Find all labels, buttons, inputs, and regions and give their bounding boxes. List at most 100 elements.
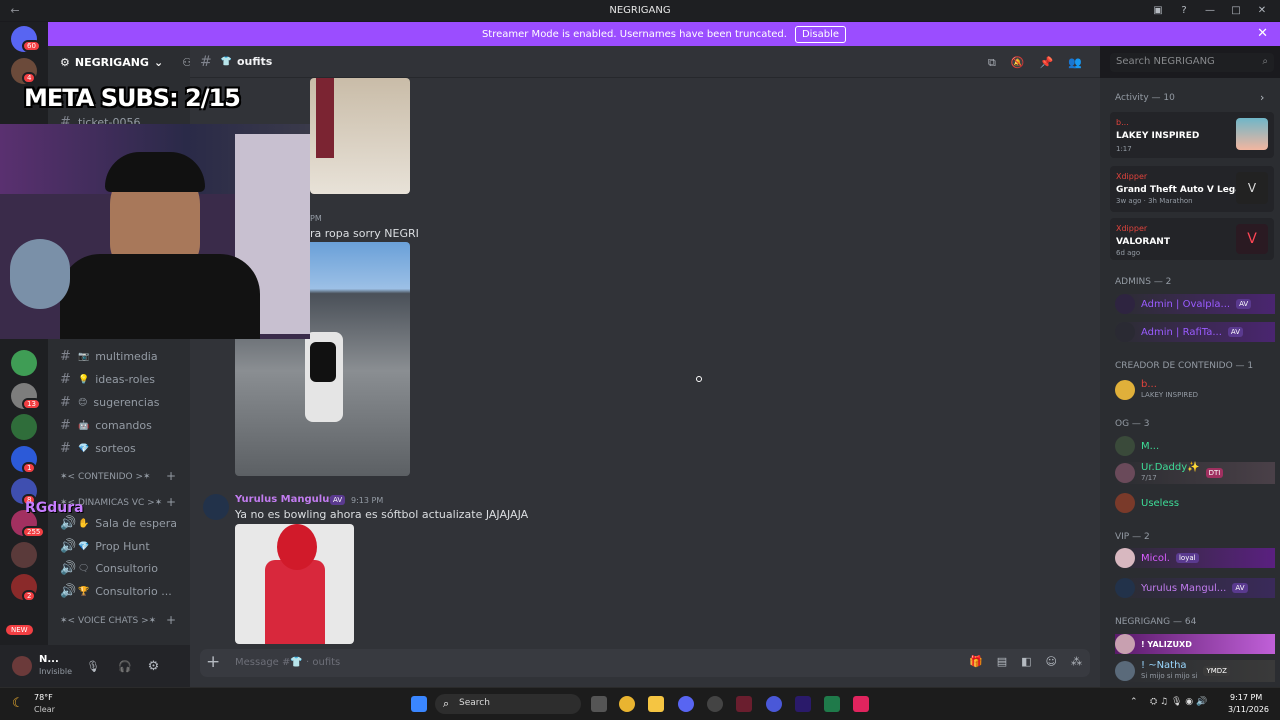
chevron-right-icon[interactable]: › bbox=[1260, 91, 1264, 104]
member-row[interactable]: Admin | RafiTa... AV bbox=[1115, 322, 1275, 342]
add-attachment-icon[interactable]: + bbox=[206, 652, 220, 672]
settings-gear-icon[interactable]: ⚙ bbox=[148, 659, 160, 674]
search-icon: ⌕ bbox=[443, 697, 450, 710]
activity-header[interactable]: Activity — 10 bbox=[1115, 93, 1175, 103]
user-panel: N... Invisible 🎙 🎧 ⚙ bbox=[0, 645, 190, 687]
pin-icon[interactable]: 📌 bbox=[1040, 56, 1054, 70]
message-time: PM bbox=[310, 214, 322, 223]
server-icon[interactable] bbox=[11, 414, 37, 440]
channel-item-sugerencias[interactable]: # 😊 sugerencias bbox=[60, 395, 159, 410]
message-author[interactable]: Yurulus Mangulus bbox=[235, 494, 335, 505]
activity-user: Xdipper bbox=[1116, 172, 1148, 181]
member-row[interactable]: b... LAKEY INSPIRED bbox=[1115, 379, 1198, 401]
member-row[interactable]: Micol. loyal bbox=[1115, 548, 1275, 568]
member-row[interactable]: Yurulus Mangul... AV bbox=[1115, 578, 1275, 598]
close-window-icon[interactable]: ✕ bbox=[1256, 5, 1268, 17]
windows-start-icon[interactable] bbox=[411, 696, 427, 712]
taskbar-search[interactable]: ⌕ Search bbox=[435, 694, 581, 714]
member-row[interactable]: Ur.Daddy✨ 7/17 DTI bbox=[1115, 462, 1275, 484]
speaker-icon: 🔊 bbox=[60, 539, 77, 554]
close-icon[interactable]: ✕ bbox=[1257, 26, 1268, 41]
gif-icon[interactable]: ▤ bbox=[997, 655, 1007, 668]
member-row[interactable]: Useless bbox=[1115, 493, 1179, 513]
channel-emoji: 🗨 bbox=[78, 563, 90, 574]
message-composer[interactable]: + Message #👕 · oufits 🎁 ▤ ◧ ☺ ⁂ bbox=[200, 649, 1090, 677]
member-row[interactable]: ! ~Natha Si mijo si mijo si YMDZ bbox=[1115, 660, 1275, 682]
member-row[interactable]: M... bbox=[1115, 436, 1159, 456]
app-icon[interactable] bbox=[766, 696, 782, 712]
obs-icon[interactable] bbox=[707, 696, 723, 712]
channel-item-comandos[interactable]: # 🤖 comandos bbox=[60, 418, 152, 433]
file-explorer-icon[interactable] bbox=[648, 696, 664, 712]
channel-item-ideas-roles[interactable]: # 💡 ideas-roles bbox=[60, 372, 155, 387]
channel-emoji: 💎 bbox=[78, 541, 90, 552]
message-text: Ya no es bowling ahora es sóftbol actual… bbox=[235, 508, 529, 521]
premiere-icon[interactable] bbox=[795, 696, 811, 712]
image-attachment[interactable] bbox=[310, 78, 410, 194]
members-section-header: ADMINS — 2 bbox=[1115, 277, 1172, 287]
member-row[interactable]: ! YALIZUXD bbox=[1115, 634, 1275, 654]
server-header[interactable]: ⚙ NEGRIGANG ⌄ ⚇ bbox=[48, 46, 192, 78]
search-input[interactable]: Search NEGRIGANG ⌕ bbox=[1110, 53, 1274, 72]
activity-title: VALORANT bbox=[1116, 237, 1170, 247]
weather-icon: ☾ bbox=[12, 696, 24, 711]
chrome-icon[interactable] bbox=[619, 696, 635, 712]
activity-card[interactable]: Xdipper VALORANT 6d ago V bbox=[1110, 218, 1274, 260]
category-voice-chats[interactable]: ✶< VOICE CHATS >✶ bbox=[60, 616, 156, 626]
voice-channel-sala[interactable]: 🔊 ✋ Sala de espera bbox=[60, 516, 177, 531]
maximize-icon[interactable]: □ bbox=[1230, 5, 1242, 17]
avatar bbox=[1115, 661, 1135, 681]
apps-icon[interactable]: ⁂ bbox=[1071, 655, 1082, 668]
avatar[interactable] bbox=[203, 494, 229, 520]
activity-card[interactable]: b... LAKEY INSPIRED 1:17 bbox=[1110, 112, 1274, 158]
disable-button[interactable]: Disable bbox=[794, 25, 847, 43]
image-content bbox=[277, 524, 317, 570]
activity-card[interactable]: Xdipper Grand Theft Auto V Legacy 3w ago… bbox=[1110, 166, 1274, 212]
image-attachment[interactable] bbox=[235, 524, 354, 644]
app-icon[interactable] bbox=[736, 696, 752, 712]
chevron-down-icon: ⌄ bbox=[153, 55, 164, 69]
server-icon[interactable] bbox=[11, 542, 37, 568]
member-list-icon[interactable]: 👥 bbox=[1068, 56, 1082, 70]
channel-label: Consultorio ... bbox=[95, 585, 172, 598]
excel-icon[interactable] bbox=[824, 696, 840, 712]
streamer-mode-banner: Streamer Mode is enabled. Usernames have… bbox=[48, 22, 1280, 46]
voice-channel-consultorio[interactable]: 🔊 🗨 Consultorio bbox=[60, 561, 158, 576]
minimize-icon[interactable]: — bbox=[1204, 5, 1216, 17]
image-content bbox=[310, 342, 336, 382]
help-icon[interactable]: ? bbox=[1178, 5, 1190, 17]
add-channel-icon[interactable]: + bbox=[166, 469, 176, 483]
threads-icon[interactable]: ⧉ bbox=[988, 56, 996, 70]
member-row[interactable]: Admin | Ovalpla... AV bbox=[1115, 294, 1275, 314]
discord-taskbar-icon[interactable] bbox=[678, 696, 694, 712]
notification-bell-icon[interactable]: 🔕 bbox=[1011, 56, 1025, 70]
activity-user: Xdipper bbox=[1116, 224, 1148, 233]
tray-chevron-icon[interactable]: ⌃ bbox=[1130, 697, 1138, 707]
add-channel-icon[interactable]: + bbox=[166, 613, 176, 627]
task-view-icon[interactable] bbox=[591, 696, 607, 712]
member-tag: loyal bbox=[1175, 553, 1199, 563]
voice-channel-prop-hunt[interactable]: 🔊 💎 Prop Hunt bbox=[60, 539, 150, 554]
member-tag: DTI bbox=[1205, 468, 1224, 478]
user-status: Invisible bbox=[39, 667, 72, 676]
emoji-icon[interactable]: ☺ bbox=[1046, 655, 1057, 668]
weather-desc: Clear bbox=[34, 705, 55, 714]
tiktok-icon[interactable] bbox=[853, 696, 869, 712]
headphones-icon[interactable]: 🎧 bbox=[118, 660, 132, 673]
server-icon[interactable] bbox=[11, 350, 37, 376]
add-channel-icon[interactable]: + bbox=[166, 495, 176, 509]
channel-item-multimedia[interactable]: # 📷 multimedia bbox=[60, 349, 158, 364]
speaker-icon: 🔊 bbox=[60, 516, 77, 531]
tray-icons[interactable]: ⛭ ♫ 🎙 ◉ 🔊 bbox=[1150, 697, 1207, 707]
avatar[interactable] bbox=[12, 656, 32, 676]
sticker-icon[interactable]: ◧ bbox=[1021, 655, 1031, 668]
voice-channel-consultorio-2[interactable]: 🔊 🏆 Consultorio ... bbox=[60, 584, 172, 599]
gift-icon[interactable]: 🎁 bbox=[969, 655, 983, 668]
microphone-icon[interactable]: 🎙 bbox=[86, 660, 100, 673]
category-contenido[interactable]: ✶< CONTENIDO >✶ bbox=[60, 472, 151, 482]
inbox-icon[interactable]: ▣ bbox=[1152, 5, 1164, 17]
channel-item-sorteos[interactable]: # 💎 sorteos bbox=[60, 441, 136, 456]
weather-temp[interactable]: 78°F bbox=[34, 693, 53, 702]
clock-time[interactable]: 9:17 PM bbox=[1230, 693, 1262, 702]
activity-thumbnail bbox=[1236, 118, 1268, 150]
